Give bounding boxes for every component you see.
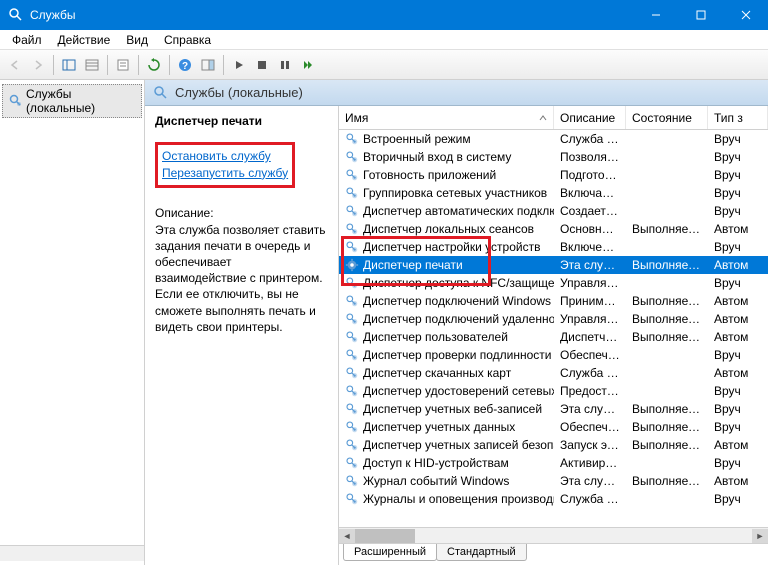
service-icon xyxy=(345,330,359,344)
service-icon xyxy=(345,456,359,470)
column-startup-type[interactable]: Тип з xyxy=(708,106,768,129)
table-row[interactable]: Вторичный вход в системуПозволяет...Вруч xyxy=(339,148,768,166)
stop-service-link[interactable]: Остановить службу xyxy=(162,148,288,165)
table-row[interactable]: Диспетчер пользователейДиспетчер...Выпол… xyxy=(339,328,768,346)
refresh-button[interactable] xyxy=(143,54,165,76)
table-row[interactable]: Диспетчер удостоверений сетевых уч...Пре… xyxy=(339,382,768,400)
scroll-left-button[interactable]: ◄ xyxy=(339,529,355,543)
scroll-thumb[interactable] xyxy=(355,529,415,543)
back-button xyxy=(4,54,26,76)
table-row[interactable]: Диспетчер локальных сеансовОсновная ...В… xyxy=(339,220,768,238)
menu-view[interactable]: Вид xyxy=(118,31,156,49)
title-bar: Службы xyxy=(0,0,768,30)
action-links-highlight: Остановить службу Перезапустить службу xyxy=(155,142,295,188)
show-hide-button[interactable] xyxy=(58,54,80,76)
service-icon xyxy=(345,420,359,434)
minimize-button[interactable] xyxy=(633,0,678,30)
list-horizontal-scrollbar[interactable]: ◄ ► xyxy=(339,527,768,543)
restart-service-link[interactable]: Перезапустить службу xyxy=(162,165,288,182)
detail-pane: Диспетчер печати Остановить службу Перез… xyxy=(145,106,339,565)
pane-header-icon xyxy=(153,85,169,101)
export-list-button[interactable] xyxy=(81,54,103,76)
pane-header: Службы (локальные) xyxy=(145,80,768,106)
service-icon xyxy=(345,132,359,146)
service-icon xyxy=(345,222,359,236)
table-row[interactable]: Диспетчер автоматических подключ...Созда… xyxy=(339,202,768,220)
table-row[interactable]: Готовность приложенийПодготовк...Вруч xyxy=(339,166,768,184)
tree-root-label: Службы (локальные) xyxy=(26,87,135,115)
sort-indicator-icon xyxy=(539,114,547,122)
help-button[interactable]: ? xyxy=(174,54,196,76)
service-icon xyxy=(345,168,359,182)
description-label: Описание: xyxy=(155,206,326,220)
table-row[interactable]: Группировка сетевых участниковВключает .… xyxy=(339,184,768,202)
list-header: Имя Описание Состояние Тип з xyxy=(339,106,768,130)
menu-bar: Файл Действие Вид Справка xyxy=(0,30,768,50)
close-button[interactable] xyxy=(723,0,768,30)
tab-standard[interactable]: Стандартный xyxy=(436,544,527,561)
service-icon xyxy=(345,276,359,290)
toolbar: ? xyxy=(0,50,768,80)
restart-service-button[interactable] xyxy=(297,54,319,76)
column-state[interactable]: Состояние xyxy=(626,106,708,129)
service-icon xyxy=(345,204,359,218)
table-row[interactable]: Диспетчер скачанных картСлужба W...Автом xyxy=(339,364,768,382)
service-icon xyxy=(345,258,359,272)
services-icon xyxy=(8,7,24,23)
service-icon xyxy=(345,474,359,488)
svg-text:?: ? xyxy=(182,61,188,72)
menu-help[interactable]: Справка xyxy=(156,31,219,49)
service-icon xyxy=(345,240,359,254)
table-row[interactable]: Журнал событий WindowsЭта служб...Выполн… xyxy=(339,472,768,490)
tree-root-services[interactable]: Службы (локальные) xyxy=(2,84,142,118)
table-row[interactable]: Диспетчер учетных записей безопасн...Зап… xyxy=(339,436,768,454)
service-icon xyxy=(345,438,359,452)
pause-service-button[interactable] xyxy=(274,54,296,76)
properties-button[interactable] xyxy=(112,54,134,76)
services-node-icon xyxy=(9,94,22,108)
service-icon xyxy=(345,348,359,362)
selected-service-name: Диспетчер печати xyxy=(155,114,326,128)
pane-header-title: Службы (локальные) xyxy=(175,85,303,100)
table-row[interactable]: Диспетчер подключений удаленного...Управ… xyxy=(339,310,768,328)
menu-file[interactable]: Файл xyxy=(4,31,50,49)
stop-service-button[interactable] xyxy=(251,54,273,76)
console-tree[interactable]: Службы (локальные) xyxy=(0,80,145,565)
table-row[interactable]: Диспетчер доступа к NFC/защище...Управля… xyxy=(339,274,768,292)
column-name[interactable]: Имя xyxy=(339,106,554,129)
table-row[interactable]: Диспетчер проверки подлинности X...Обесп… xyxy=(339,346,768,364)
table-row[interactable]: Диспетчер учетных данныхОбеспечи...Выпол… xyxy=(339,418,768,436)
service-icon xyxy=(345,186,359,200)
table-row[interactable]: Диспетчер подключений WindowsПринимае...… xyxy=(339,292,768,310)
service-icon xyxy=(345,294,359,308)
description-text: Эта служба позволяет ставить задания печ… xyxy=(155,222,326,335)
service-icon xyxy=(345,384,359,398)
service-icon xyxy=(345,312,359,326)
view-tabs: Расширенный Стандартный xyxy=(339,543,768,565)
menu-action[interactable]: Действие xyxy=(50,31,119,49)
tree-horizontal-scrollbar[interactable] xyxy=(0,545,144,561)
show-hide-action-pane-button[interactable] xyxy=(197,54,219,76)
column-description[interactable]: Описание xyxy=(554,106,626,129)
service-icon xyxy=(345,402,359,416)
table-row[interactable]: Журналы и оповещения производите...Служб… xyxy=(339,490,768,508)
maximize-button[interactable] xyxy=(678,0,723,30)
table-row[interactable]: Встроенный режимСлужба "В...Вруч xyxy=(339,130,768,148)
window-title: Службы xyxy=(30,8,633,22)
scroll-right-button[interactable]: ► xyxy=(752,529,768,543)
start-service-button[interactable] xyxy=(228,54,250,76)
service-icon xyxy=(345,150,359,164)
service-icon xyxy=(345,492,359,506)
table-row[interactable]: Доступ к HID-устройствамАктивируе...Вруч xyxy=(339,454,768,472)
table-row[interactable]: Диспетчер учетных веб-записейЭта служб..… xyxy=(339,400,768,418)
forward-button xyxy=(27,54,49,76)
services-list[interactable]: Встроенный режимСлужба "В...ВручВторичны… xyxy=(339,130,768,527)
table-row[interactable]: Диспетчер печатиЭта служб...ВыполняетсяА… xyxy=(339,256,768,274)
service-icon xyxy=(345,366,359,380)
tab-extended[interactable]: Расширенный xyxy=(343,544,437,561)
table-row[interactable]: Диспетчер настройки устройствВключени...… xyxy=(339,238,768,256)
